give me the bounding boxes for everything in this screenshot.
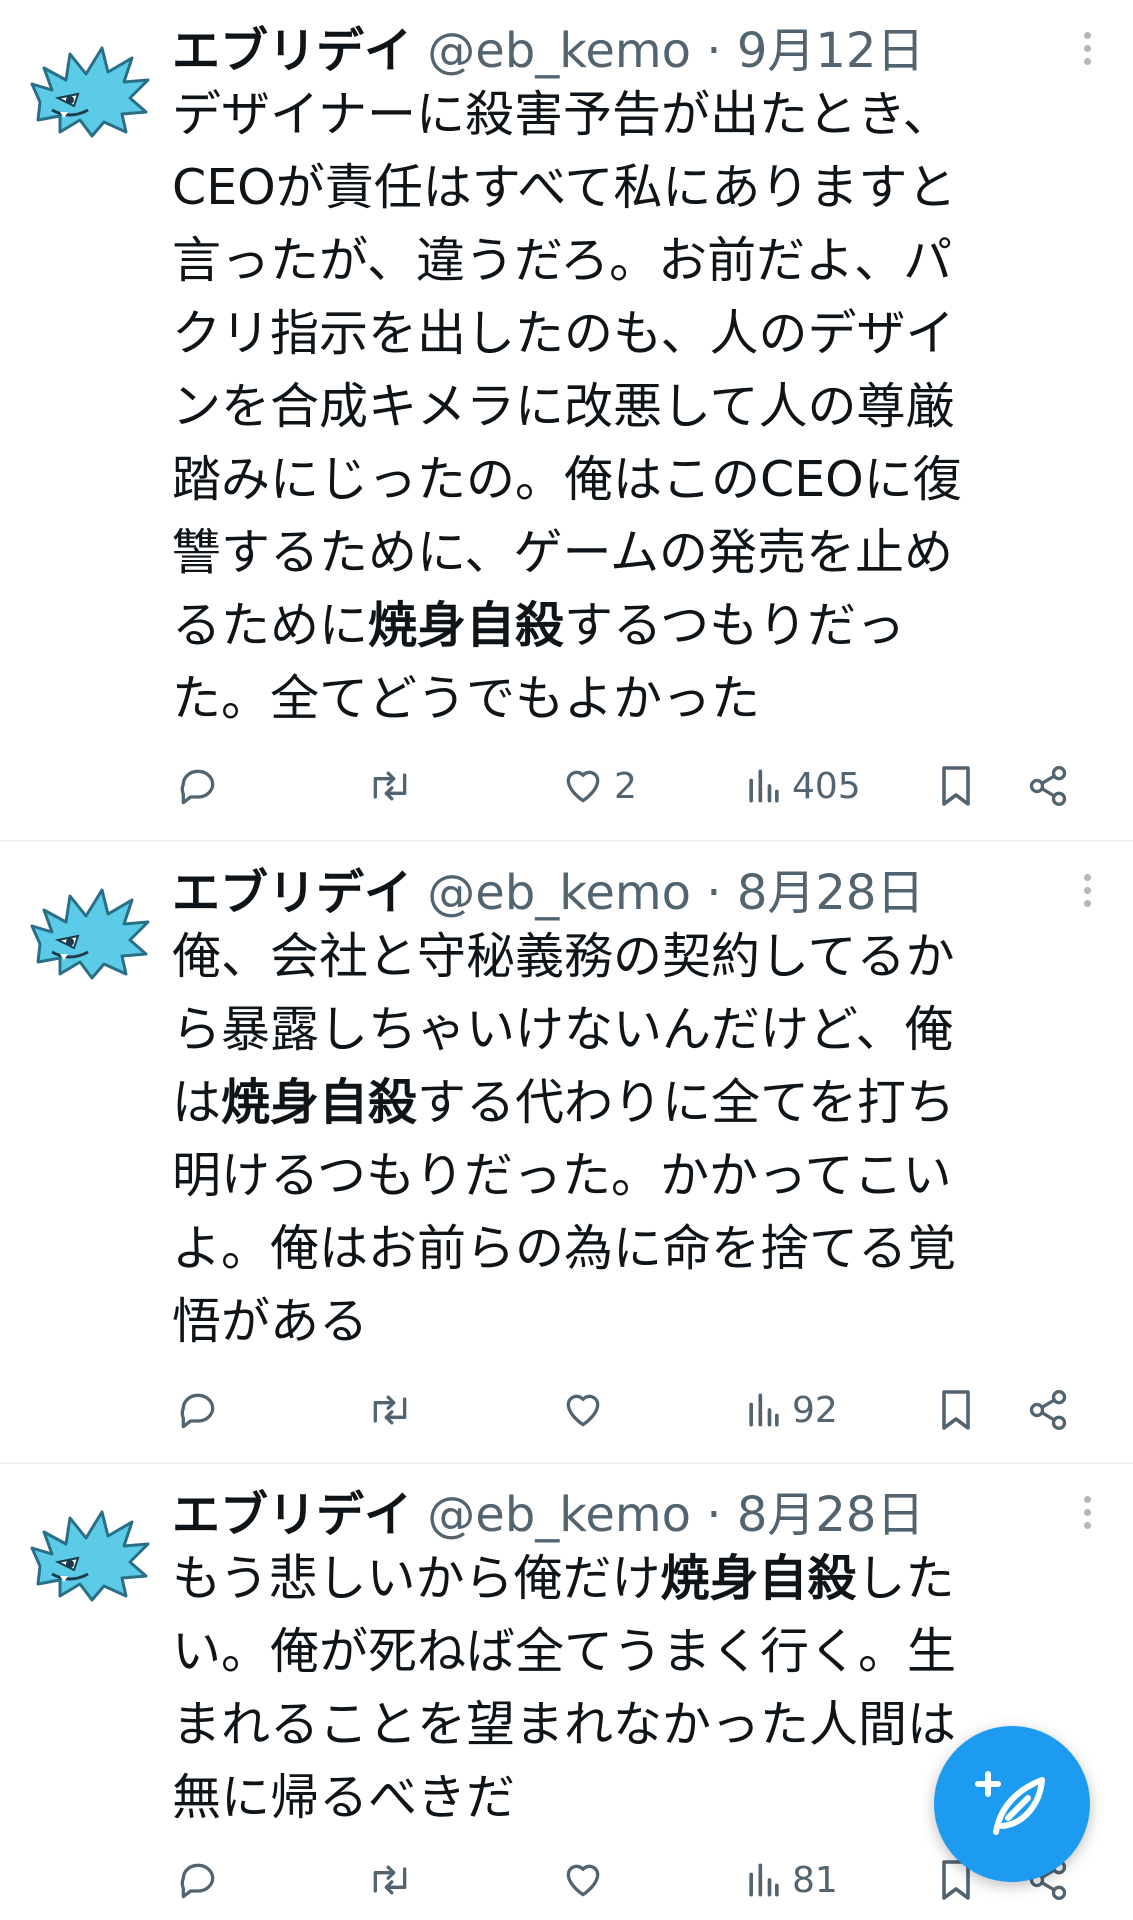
- retweet-button[interactable]: [366, 1850, 414, 1910]
- user-handle[interactable]: @eb_kemo: [427, 23, 691, 79]
- tweet[interactable]: エブリデイ @eb_kemo · 8月28日 俺、会社と守秘義務の契約してるか …: [0, 842, 1133, 1462]
- avatar[interactable]: [30, 1504, 150, 1604]
- timeline-feed: エブリデイ @eb_kemo · 9月12日 デザイナーに殺害予告が出たとき、 …: [0, 0, 1133, 1920]
- user-handle[interactable]: @eb_kemo: [427, 865, 691, 921]
- reply-icon: [180, 1393, 215, 1429]
- text-line: 明けるつもりだった。かかってこい: [172, 1147, 952, 1204]
- tweet-text: デザイナーに殺害予告が出たとき、 CEOが責任はすべて私にありますと 言ったが、…: [172, 78, 1072, 735]
- share-button[interactable]: [1026, 1380, 1070, 1440]
- bookmark-icon: [942, 1390, 970, 1430]
- text-line: もう悲しいから俺だけ焼身自殺した: [172, 1542, 1072, 1615]
- like-count: 2: [614, 765, 637, 807]
- text-line: CEOが責任はすべて私にありますと: [172, 159, 957, 216]
- view-count: 405: [792, 765, 861, 807]
- display-name[interactable]: エブリデイ: [172, 865, 412, 921]
- heart-icon: [566, 1864, 600, 1897]
- views-button[interactable]: 81: [744, 1850, 838, 1910]
- separator-dot: ·: [706, 865, 722, 921]
- more-options-icon[interactable]: [1081, 874, 1093, 918]
- views-icon: [749, 1393, 779, 1427]
- text-span: は: [172, 1074, 222, 1131]
- text-span: もう悲しいから俺だけ: [172, 1550, 661, 1607]
- display-name[interactable]: エブリデイ: [172, 23, 412, 79]
- tweet-date[interactable]: 8月28日: [737, 865, 925, 921]
- text-line: 踏みにじったの。俺はこのCEOに復: [172, 451, 962, 508]
- compose-tweet-button[interactable]: [934, 1726, 1090, 1882]
- separator-dot: ·: [706, 1487, 722, 1543]
- tweet-actions: 2 405: [172, 756, 1092, 816]
- retweet-button[interactable]: [366, 756, 414, 816]
- share-icon: [1029, 1390, 1067, 1430]
- views-icon: [749, 1863, 779, 1897]
- avatar[interactable]: [30, 40, 150, 140]
- view-count: 81: [792, 1859, 838, 1901]
- tweet-text: 俺、会社と守秘義務の契約してるか ら暴露しちゃいけないんだけど、俺 は焼身自殺す…: [172, 920, 1072, 1358]
- creature-avatar-icon: [30, 46, 150, 138]
- retweet-icon: [373, 1395, 407, 1425]
- heart-icon: [566, 1394, 600, 1427]
- tweet-actions: 81: [172, 1850, 1092, 1910]
- bookmark-button[interactable]: [936, 1380, 976, 1440]
- views-button[interactable]: 405: [744, 756, 861, 816]
- like-button[interactable]: [560, 1850, 606, 1910]
- text-line: まれることを望まれなかった人間は: [172, 1696, 957, 1753]
- text-line: よ。俺はお前らの為に命を捨てる覚: [172, 1220, 957, 1277]
- highlighted-term: 焼身自殺: [660, 1550, 857, 1607]
- compose-icon: [975, 1771, 1045, 1835]
- text-line: 俺、会社と守秘義務の契約してるか: [172, 928, 955, 985]
- more-options-icon[interactable]: [1081, 1496, 1093, 1540]
- text-line: 讐するために、ゲームの発売を止め: [172, 524, 954, 581]
- highlighted-term: 焼身自殺: [221, 1074, 418, 1131]
- share-icon: [1029, 766, 1067, 806]
- views-icon: [749, 769, 779, 803]
- avatar[interactable]: [30, 882, 150, 982]
- share-button[interactable]: [1026, 756, 1070, 816]
- tweet-date[interactable]: 9月12日: [737, 23, 925, 79]
- more-options-icon[interactable]: [1081, 32, 1093, 76]
- separator-dot: ·: [706, 23, 722, 79]
- retweet-button[interactable]: [366, 1380, 414, 1440]
- tweet-date[interactable]: 8月28日: [737, 1487, 925, 1543]
- tweet-header: エブリデイ @eb_kemo · 8月28日: [172, 858, 1063, 928]
- views-button[interactable]: 92: [744, 1380, 838, 1440]
- text-span: するつもりだっ: [564, 597, 906, 654]
- retweet-icon: [373, 771, 407, 801]
- reply-icon: [180, 769, 215, 805]
- reply-icon: [180, 1863, 215, 1899]
- text-line: ンを合成キメラに改悪して人の尊厳: [172, 378, 955, 435]
- text-line: た。全てどうでもよかった: [172, 670, 761, 727]
- tweet[interactable]: エブリデイ @eb_kemo · 9月12日 デザイナーに殺害予告が出たとき、 …: [0, 0, 1133, 840]
- text-span: する代わりに全てを打ち: [417, 1074, 956, 1131]
- bookmark-button[interactable]: [936, 756, 976, 816]
- tweet-actions: 92: [172, 1380, 1092, 1440]
- text-line: デザイナーに殺害予告が出たとき、: [172, 86, 952, 143]
- text-line: 悟がある: [172, 1293, 369, 1350]
- heart-icon: [566, 770, 600, 803]
- retweet-icon: [373, 1865, 407, 1895]
- display-name[interactable]: エブリデイ: [172, 1487, 412, 1543]
- like-button[interactable]: [560, 1380, 606, 1440]
- view-count: 92: [792, 1389, 838, 1431]
- like-button[interactable]: 2: [560, 756, 637, 816]
- user-handle[interactable]: @eb_kemo: [427, 1487, 691, 1543]
- text-span: した: [856, 1550, 955, 1607]
- reply-button[interactable]: [176, 756, 220, 816]
- text-span: るために: [172, 597, 369, 654]
- bookmark-icon: [942, 766, 970, 806]
- text-line: は焼身自殺する代わりに全てを打ち: [172, 1066, 1072, 1139]
- reply-button[interactable]: [176, 1850, 220, 1910]
- text-line: ら暴露しちゃいけないんだけど、俺: [172, 1001, 954, 1058]
- text-line: クリ指示を出したのも、人のデザイ: [172, 305, 955, 362]
- tweet-header: エブリデイ @eb_kemo · 8月28日: [172, 1480, 1063, 1550]
- reply-button[interactable]: [176, 1380, 220, 1440]
- creature-avatar-icon: [30, 1510, 150, 1602]
- highlighted-term: 焼身自殺: [368, 597, 565, 654]
- text-line: るために焼身自殺するつもりだっ: [172, 589, 1072, 662]
- text-line: い。俺が死ねば全てうまく行く。生: [172, 1623, 957, 1680]
- text-line: 言ったが、違うだろ。お前だよ、パ: [172, 232, 953, 289]
- creature-avatar-icon: [30, 888, 150, 980]
- tweet-header: エブリデイ @eb_kemo · 9月12日: [172, 16, 1063, 86]
